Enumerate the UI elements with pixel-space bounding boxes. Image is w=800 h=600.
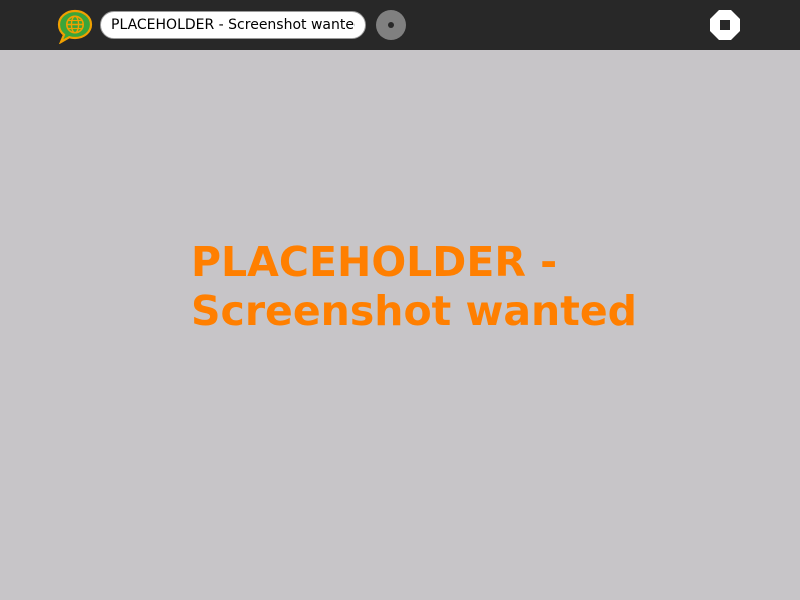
placeholder-line-1: PLACEHOLDER - xyxy=(191,238,558,286)
stop-icon xyxy=(710,10,740,40)
title-input[interactable]: PLACEHOLDER - Screenshot wanted xyxy=(100,11,366,39)
activity-window: PLACEHOLDER - Screenshot wanted PLACEHOL… xyxy=(0,0,800,600)
stop-button[interactable] xyxy=(709,9,741,41)
keep-dot-icon xyxy=(388,22,394,28)
toolbar: PLACEHOLDER - Screenshot wanted xyxy=(0,0,800,50)
placeholder-message: PLACEHOLDER - Screenshot wanted xyxy=(191,238,711,336)
title-input-text: PLACEHOLDER - Screenshot wanted xyxy=(111,17,355,33)
keep-button[interactable] xyxy=(376,10,406,40)
globe-chat-icon[interactable] xyxy=(56,8,94,45)
placeholder-line-2: Screenshot wanted xyxy=(191,287,637,335)
